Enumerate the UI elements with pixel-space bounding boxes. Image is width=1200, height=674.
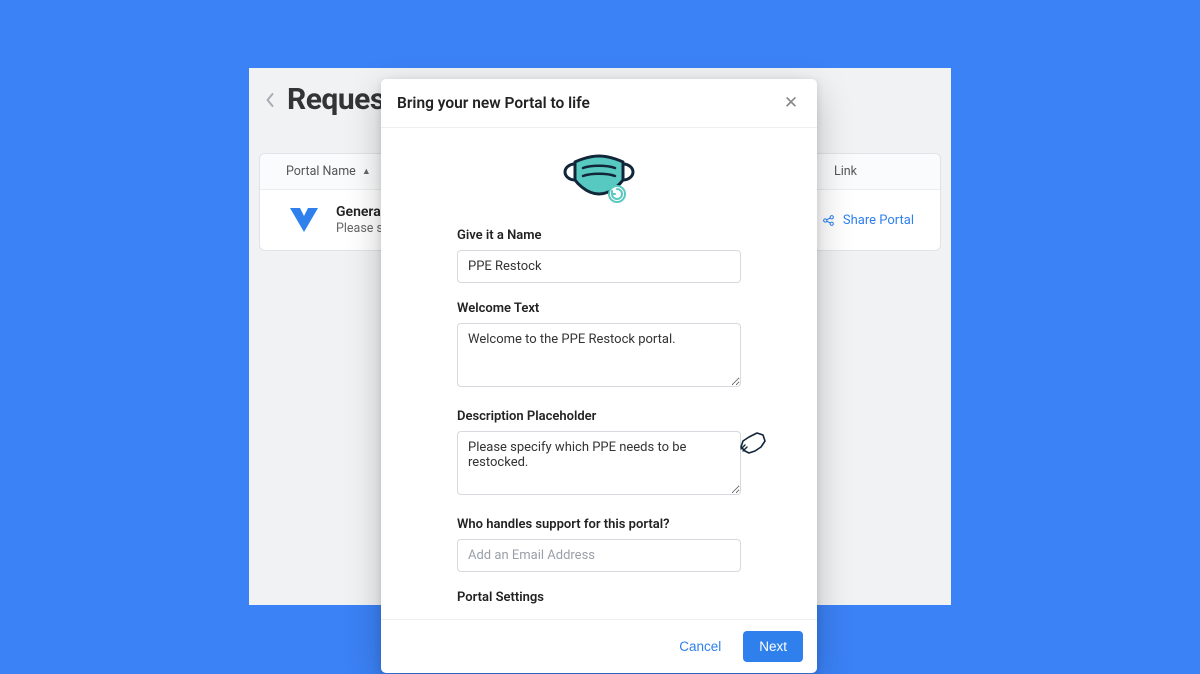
description-textarea[interactable] [457, 431, 741, 495]
support-label: Who handles support for this portal? [457, 517, 741, 532]
modal-title: Bring your new Portal to life [397, 94, 590, 112]
portal-settings-label: Portal Settings [457, 590, 741, 605]
modal-footer: Cancel Next [381, 619, 817, 673]
hero-mask-icon [397, 150, 801, 206]
cancel-button[interactable]: Cancel [667, 631, 733, 662]
name-field-group: Give it a Name [457, 228, 741, 283]
description-label: Description Placeholder [457, 409, 741, 424]
modal-header: Bring your new Portal to life ✕ [381, 79, 817, 128]
modal-body: Give it a Name Welcome Text Description … [381, 128, 817, 619]
name-label: Give it a Name [457, 228, 741, 243]
next-button[interactable]: Next [743, 631, 803, 662]
support-field-group: Who handles support for this portal? [457, 517, 741, 572]
welcome-textarea[interactable] [457, 323, 741, 387]
name-input[interactable] [457, 250, 741, 283]
description-field-group: Description Placeholder [457, 409, 741, 499]
welcome-field-group: Welcome Text [457, 301, 741, 391]
modal-overlay: Bring your new Portal to life ✕ Give it … [0, 0, 1200, 674]
close-icon[interactable]: ✕ [781, 93, 801, 113]
new-portal-modal: Bring your new Portal to life ✕ Give it … [381, 79, 817, 673]
welcome-label: Welcome Text [457, 301, 741, 316]
support-email-input[interactable] [457, 539, 741, 572]
